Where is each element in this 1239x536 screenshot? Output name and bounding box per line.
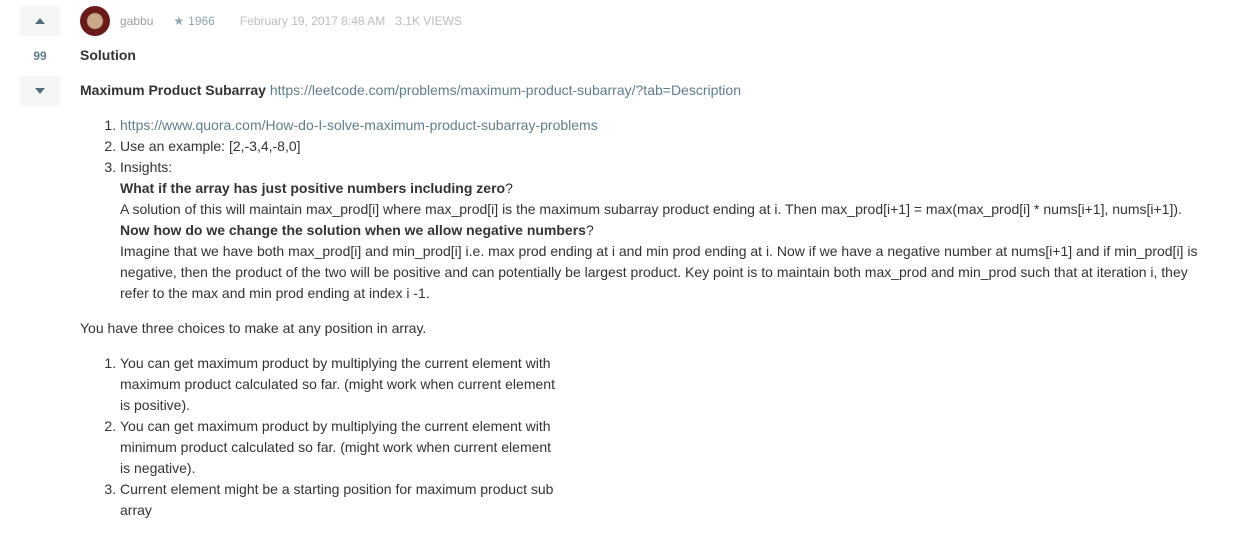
- downvote-button[interactable]: [20, 76, 60, 106]
- answer-negative: Imagine that we have both max_prod[i] an…: [120, 243, 1198, 301]
- upvote-button[interactable]: [20, 6, 60, 36]
- username-link[interactable]: gabbu: [120, 14, 153, 28]
- post: gabbu ★ 1966 February 19, 2017 8:48 AM 3…: [80, 6, 1210, 521]
- star-icon: ★: [173, 14, 185, 28]
- vote-count: 99: [33, 49, 47, 63]
- list-item: https://www.quora.com/How-do-I-solve-max…: [120, 115, 1210, 136]
- vote-panel: 99: [20, 6, 60, 106]
- question-mark: ?: [585, 222, 594, 238]
- view-count: 3.1K VIEWS: [395, 14, 462, 28]
- post-meta: gabbu ★ 1966 February 19, 2017 8:48 AM 3…: [80, 6, 1210, 36]
- quora-link[interactable]: https://www.quora.com/How-do-I-solve-max…: [120, 117, 598, 133]
- choices-list: You can get maximum product by multiplyi…: [80, 353, 560, 521]
- post-date: February 19, 2017 8:48 AM: [239, 14, 386, 28]
- problem-line: Maximum Product Subarray https://leetcod…: [80, 80, 1210, 101]
- list-item: Insights: What if the array has just pos…: [120, 157, 1210, 304]
- question-negative: Now how do we change the solution when w…: [120, 222, 586, 238]
- caret-down-icon: [35, 88, 45, 94]
- list-item: You can get maximum product by multiplyi…: [120, 353, 560, 416]
- insights-list: https://www.quora.com/How-do-I-solve-max…: [80, 115, 1210, 304]
- question-positive: What if the array has just positive numb…: [120, 180, 506, 196]
- answer-positive: A solution of this will maintain max_pro…: [120, 201, 1182, 217]
- post-title: Solution: [80, 47, 136, 63]
- reputation: 1966: [188, 14, 215, 28]
- list-item: Current element might be a starting posi…: [120, 479, 560, 521]
- list-item: Use an example: [2,-3,4,-8,0]: [120, 136, 1210, 157]
- problem-label: Maximum Product Subarray: [80, 82, 266, 98]
- caret-up-icon: [35, 18, 45, 24]
- question-mark: ?: [505, 180, 513, 196]
- problem-link[interactable]: https://leetcode.com/problems/maximum-pr…: [270, 82, 741, 98]
- avatar[interactable]: [80, 6, 110, 36]
- choices-intro: You have three choices to make at any po…: [80, 320, 427, 336]
- list-item: You can get maximum product by multiplyi…: [120, 416, 560, 479]
- insights-label: Insights:: [120, 159, 173, 175]
